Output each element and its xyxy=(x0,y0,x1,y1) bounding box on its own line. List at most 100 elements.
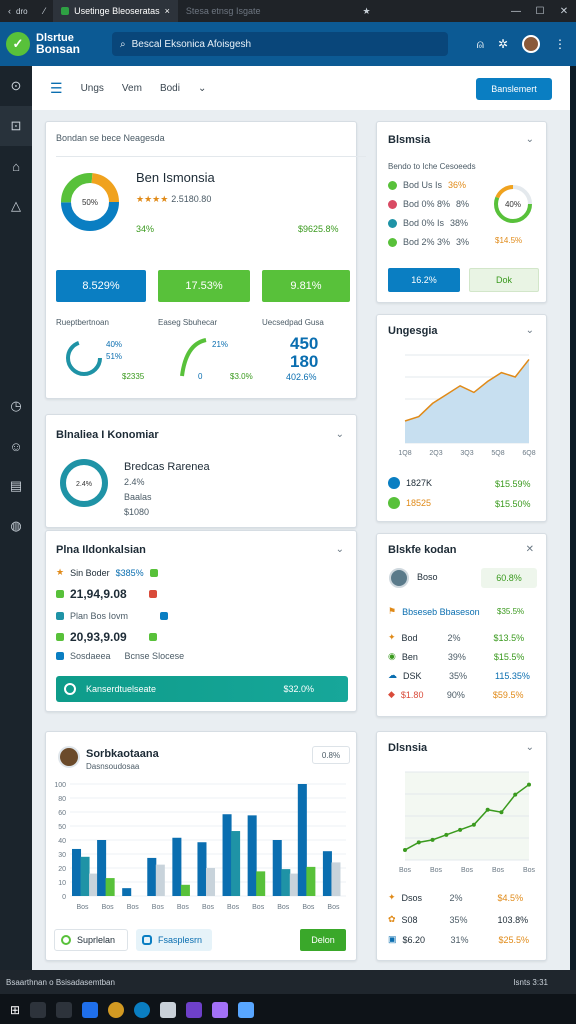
nav-alert-icon[interactable]: △ xyxy=(0,186,32,226)
trend-left: 1827K xyxy=(406,478,433,488)
data-point xyxy=(458,827,463,832)
pin-icon[interactable]: ⁄ xyxy=(44,6,46,16)
bar xyxy=(105,878,115,896)
maximize-icon[interactable]: ☐ xyxy=(528,6,552,17)
taskbar-app-icon[interactable] xyxy=(30,1002,47,1018)
doc-icon xyxy=(56,612,64,620)
legend-chip-2[interactable]: Fsasplesrn xyxy=(136,929,212,951)
gauge-1 xyxy=(66,340,102,376)
toolbar-item[interactable]: Vem xyxy=(122,83,142,94)
status-secondary-button[interactable]: Dok xyxy=(469,268,539,292)
avatar[interactable] xyxy=(522,35,540,53)
alert-sub: Bbseseb Bbaseson xyxy=(402,606,480,617)
status-label: Bod Us Is xyxy=(403,180,443,190)
trend-dot-icon xyxy=(388,477,400,489)
legend-label: Suprlelan xyxy=(77,935,116,945)
tile-2[interactable]: 17.53% xyxy=(158,270,250,302)
x-tick-label: 1Q8 xyxy=(398,450,411,457)
gauge-big: 450 xyxy=(290,334,319,353)
trend-right: $15.59% xyxy=(495,479,531,489)
taskbar-app-icon[interactable] xyxy=(212,1002,229,1018)
profile-name: Bredcas Rarenea xyxy=(124,461,210,473)
bar-action-button[interactable]: Delon xyxy=(300,929,346,951)
chevron-down-icon[interactable]: ⌄ xyxy=(336,429,344,440)
chevron-down-icon[interactable]: ⌄ xyxy=(526,325,534,336)
tile-3[interactable]: 9.81% xyxy=(262,270,350,302)
check-icon xyxy=(56,590,64,598)
plan-value: Bcnse Slocese xyxy=(124,651,185,661)
status-right: Isnts 3:31 xyxy=(513,977,548,987)
back-icon[interactable]: ‹ xyxy=(8,6,11,16)
bookmark-star[interactable]: ★ xyxy=(354,0,378,22)
alert-cell: 2% xyxy=(447,632,461,643)
check-icon: ◉ xyxy=(388,651,396,661)
status-primary-button[interactable]: 16.2% xyxy=(388,268,460,292)
card-title: Blskfe kodan xyxy=(388,544,457,556)
toolbar-item[interactable]: Bodi xyxy=(160,83,180,94)
tab-close-icon[interactable]: × xyxy=(165,6,170,16)
close-icon[interactable]: ✕ xyxy=(552,6,576,17)
card-title: Plna Ildonkalsian xyxy=(56,544,146,556)
start-icon[interactable]: ⊞ xyxy=(10,1003,20,1017)
card-title: Dlsnsia xyxy=(388,742,428,754)
chevron-down-icon[interactable]: ⌄ xyxy=(336,544,344,555)
taskbar-app-icon[interactable] xyxy=(238,1002,255,1018)
line-cell: 31% xyxy=(450,934,469,945)
bar xyxy=(80,856,90,896)
gauge-big: 180 xyxy=(290,352,319,371)
chevron-down-icon[interactable]: ⌄ xyxy=(526,134,534,145)
alert-cell: 35% xyxy=(449,670,468,681)
tab-pin[interactable]: ⁄ xyxy=(36,0,54,22)
notification-icon[interactable]: ⍝ xyxy=(477,37,484,52)
taskbar-app-icon[interactable] xyxy=(186,1002,203,1018)
legend-chip-1[interactable]: Suprlelan xyxy=(54,929,128,951)
nav-timer-icon[interactable]: ◷ xyxy=(0,386,32,426)
taskbar-app-icon[interactable] xyxy=(108,1002,125,1018)
logo-text: Dlsrtue Bonsan xyxy=(36,32,81,56)
toolbar-item[interactable]: Ungs xyxy=(81,83,104,94)
search-input[interactable]: ⌕ Bescal Eksonica Afoisgesh xyxy=(112,32,448,56)
taskbar-app-icon[interactable] xyxy=(82,1002,99,1018)
tile-1[interactable]: 8.529% xyxy=(56,270,146,302)
flag-icon xyxy=(148,633,157,641)
nav-doc-icon[interactable]: ▤ xyxy=(0,466,32,506)
app-logo[interactable]: ✓ Dlsrtue Bonsan xyxy=(0,32,106,56)
minimize-icon[interactable]: — xyxy=(504,6,528,17)
bar xyxy=(322,851,332,896)
menu-dots-icon[interactable]: ⋮ xyxy=(554,37,566,51)
plan-banner-button[interactable]: Kanserdtuelseate $32.0% xyxy=(56,676,348,702)
browser-back[interactable]: ‹ dro xyxy=(0,0,36,22)
nav-people-icon[interactable]: ☺ xyxy=(0,426,32,466)
nav-home-icon[interactable]: ⊙ xyxy=(0,66,32,106)
alert-cell: DSK xyxy=(403,670,422,681)
star-icon[interactable]: ★ xyxy=(362,6,370,17)
nav-globe-icon[interactable]: ◍ xyxy=(0,506,32,546)
card-title: Blsmsia xyxy=(388,134,431,146)
browser-tab-1[interactable]: Usetinge Bleoseratas × xyxy=(53,0,178,22)
close-icon[interactable]: ✕ xyxy=(526,544,534,555)
primary-action-button[interactable]: Banslemert xyxy=(476,78,552,100)
status-value: 3% xyxy=(456,237,470,247)
taskbar-app-icon[interactable] xyxy=(56,1002,73,1018)
taskbar-app-icon[interactable] xyxy=(160,1002,177,1018)
browser-tab-bar: ‹ dro ⁄ Usetinge Bleoseratas × Stesa etnsg… xyxy=(0,0,576,22)
taskbar-app-icon[interactable] xyxy=(134,1002,151,1018)
nav-folder-icon[interactable]: ⌂ xyxy=(0,146,32,186)
gauge-value: 402.6% xyxy=(286,372,317,382)
nav-chat-icon[interactable]: ⊡ xyxy=(0,106,32,146)
x-tick-label: Bos xyxy=(277,904,290,911)
alert-cell: 115.35% xyxy=(495,670,530,681)
bar xyxy=(272,840,282,896)
profile-line: $1080 xyxy=(124,507,150,517)
trend-dot-icon xyxy=(388,497,400,509)
chevron-down-icon[interactable]: ⌄ xyxy=(198,83,206,94)
avatar xyxy=(58,746,80,768)
hamburger-icon[interactable]: ☰ xyxy=(50,80,63,97)
alert-cell: $59.5% xyxy=(492,689,524,700)
gauge-pct: 40% xyxy=(106,340,123,349)
metric-a: 34% xyxy=(136,224,155,234)
chevron-down-icon[interactable]: ⌄ xyxy=(526,742,534,753)
svg-text:50%: 50% xyxy=(82,198,98,207)
browser-tab-2[interactable]: Stesa etnsg Isgate xyxy=(178,0,269,22)
settings-icon[interactable]: ✲ xyxy=(498,37,508,51)
